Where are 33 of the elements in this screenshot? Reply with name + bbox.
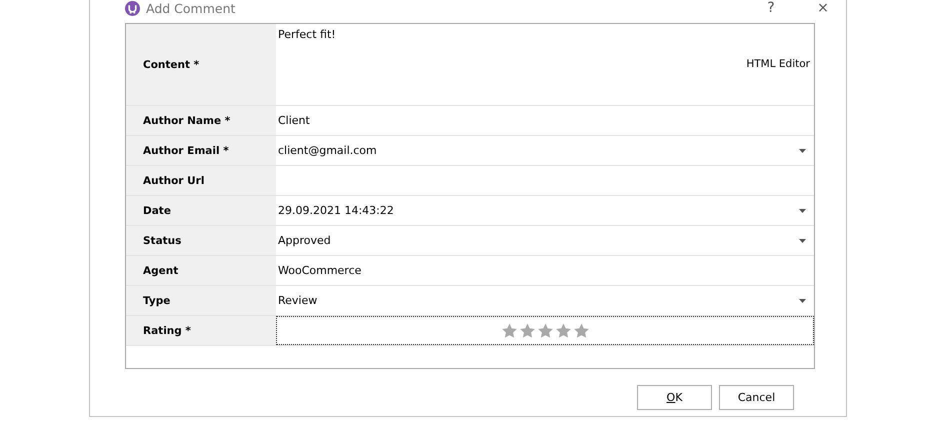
- star-icon: [518, 322, 536, 338]
- dropdown-arrow-icon: [799, 208, 806, 212]
- field-label: Content *: [143, 58, 200, 70]
- rating-field[interactable]: [276, 316, 814, 345]
- dropdown-field[interactable]: 29.09.2021 14:43:22: [276, 196, 814, 225]
- input-field[interactable]: WooCommerce: [276, 256, 814, 285]
- close-button[interactable]: ×: [800, 0, 846, 16]
- dropdown-field[interactable]: Review: [276, 286, 814, 315]
- dropdown-arrow-icon: [799, 298, 806, 302]
- input-field[interactable]: Client: [276, 106, 814, 135]
- help-button[interactable]: ?: [748, 0, 794, 16]
- field-label: Author Name *: [143, 114, 230, 126]
- field-label: Agent: [143, 264, 178, 276]
- field-label: Author Email *: [143, 144, 229, 156]
- star-icon: [536, 322, 554, 338]
- star-icon: [572, 322, 590, 338]
- dropdown-arrow-icon: [799, 238, 806, 242]
- dropdown-field[interactable]: client@gmail.com: [276, 136, 814, 165]
- field-label: Type: [143, 294, 170, 306]
- star-icon: [554, 322, 572, 338]
- field-label: Author Url: [143, 174, 204, 186]
- dialog-button[interactable]: Cancel: [719, 385, 794, 410]
- content-field[interactable]: Perfect fit! HTML Editor: [276, 24, 814, 105]
- field-label: Rating *: [143, 324, 191, 336]
- window-title: Add Comment: [146, 0, 236, 16]
- dialog-button[interactable]: OK: [637, 385, 712, 410]
- dropdown-arrow-icon: [799, 148, 806, 152]
- dropdown-field[interactable]: Approved: [276, 226, 814, 255]
- star-rating[interactable]: [500, 322, 590, 338]
- html-editor-link[interactable]: HTML Editor: [746, 58, 810, 70]
- star-icon: [500, 322, 518, 338]
- field-label: Date: [143, 204, 171, 216]
- field-label: Status: [143, 234, 182, 246]
